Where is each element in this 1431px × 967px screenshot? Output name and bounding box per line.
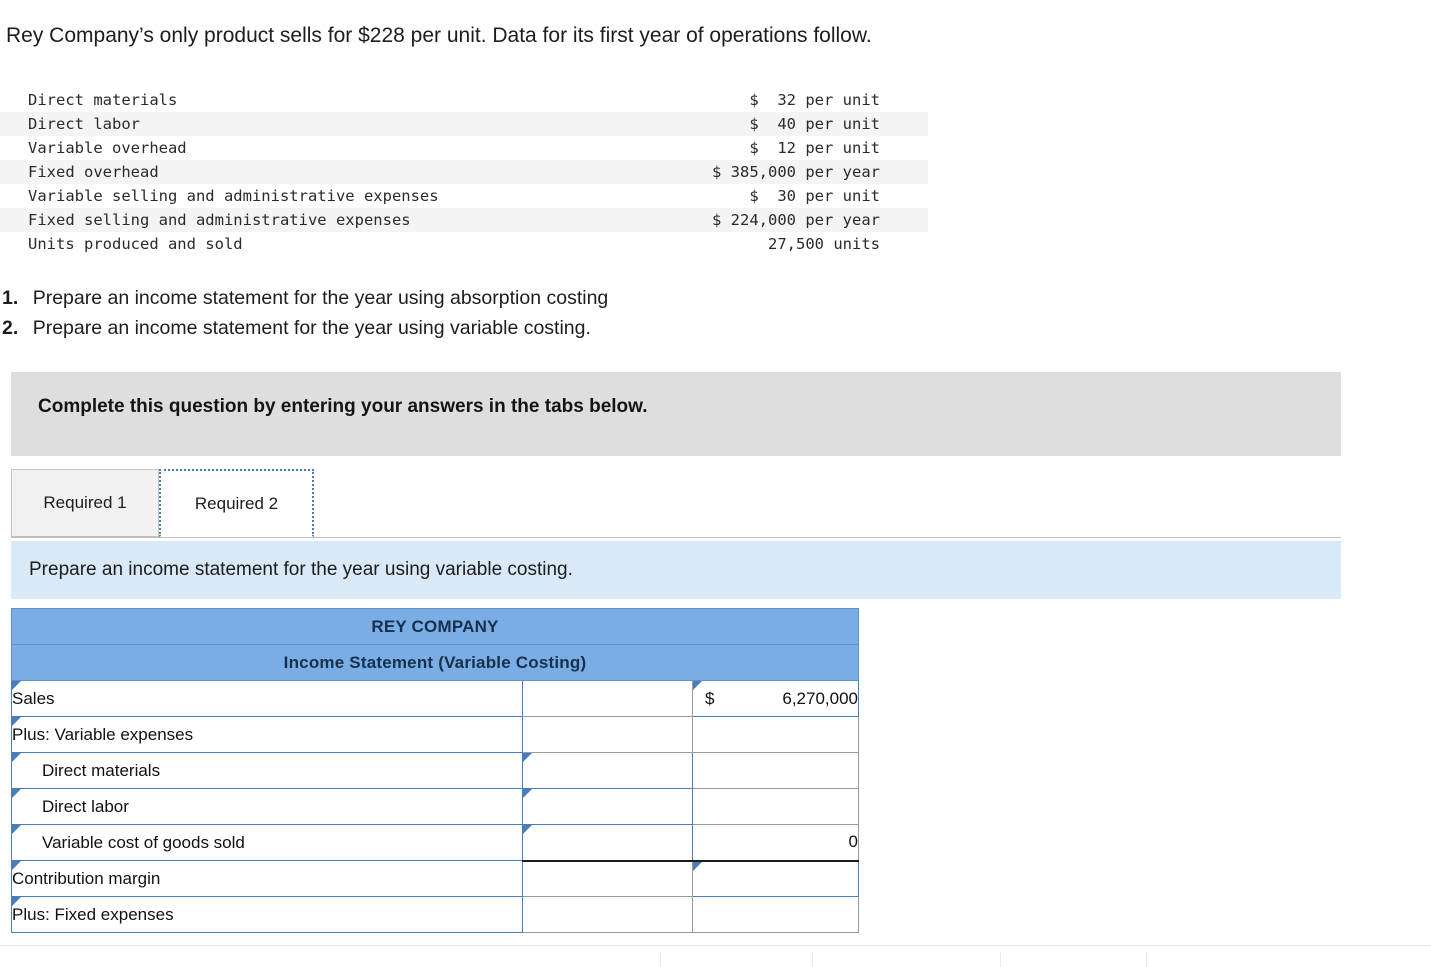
- amount-value: 6,270,000: [782, 688, 858, 708]
- footer-tick: [1000, 952, 1001, 967]
- given-data-row: Direct labor $ 40 per unit: [0, 112, 928, 136]
- given-data-label: Fixed selling and administrative expense…: [28, 211, 411, 229]
- given-data-value: $ 224,000 per year: [712, 211, 880, 229]
- task-instruction-bar: Prepare an income statement for the year…: [11, 541, 1341, 599]
- given-data-label: Direct materials: [28, 91, 178, 109]
- currency-symbol: $: [705, 688, 715, 708]
- requirement-number: 1.: [2, 287, 19, 309]
- given-data-label: Units produced and sold: [28, 235, 243, 253]
- account-name-cell[interactable]: Variable cost of goods sold: [11, 824, 523, 861]
- amount-cell-right[interactable]: $6,270,000: [692, 680, 859, 717]
- amount-cell-middle[interactable]: [522, 859, 693, 897]
- given-data-label: Direct labor: [28, 115, 140, 133]
- given-data-value: $ 12 per unit: [749, 139, 880, 157]
- amount-cell-middle[interactable]: [522, 752, 693, 789]
- footer-tick: [1146, 952, 1147, 967]
- given-data-row: Fixed selling and administrative expense…: [0, 208, 928, 232]
- worksheet-row: Variable cost of goods sold 0: [11, 824, 859, 861]
- worksheet-row: Plus: Fixed expenses: [11, 896, 859, 933]
- requirement-item: 1. Prepare an income statement for the y…: [2, 283, 608, 313]
- tab-required-2[interactable]: Required 2: [159, 469, 314, 537]
- given-data-value: $ 385,000 per year: [712, 163, 880, 181]
- given-data-value: $ 30 per unit: [749, 187, 880, 205]
- given-data-row: Variable selling and administrative expe…: [0, 184, 928, 208]
- task-instruction-text: Prepare an income statement for the year…: [29, 559, 573, 580]
- amount-cell-middle[interactable]: [522, 824, 693, 861]
- account-name-cell[interactable]: Plus: Variable expenses: [11, 716, 523, 753]
- tab-required-1[interactable]: Required 1: [11, 469, 159, 537]
- given-data-value: $ 32 per unit: [749, 91, 880, 109]
- given-data-value: $ 40 per unit: [749, 115, 880, 133]
- worksheet-header: REY COMPANY Income Statement (Variable C…: [11, 608, 859, 681]
- footer-divider: [0, 945, 1431, 946]
- requirement-item: 2. Prepare an income statement for the y…: [2, 313, 608, 343]
- worksheet-row: Direct labor: [11, 788, 859, 825]
- worksheet-statement-row: Income Statement (Variable Costing): [11, 644, 859, 681]
- problem-statement: Rey Company’s only product sells for $22…: [6, 24, 872, 47]
- worksheet-row: Contribution margin: [11, 859, 859, 897]
- account-name-cell[interactable]: Contribution margin: [11, 860, 523, 897]
- given-data-value: 27,500 units: [768, 235, 880, 253]
- footer-tick: [812, 952, 813, 967]
- income-statement-worksheet: REY COMPANY Income Statement (Variable C…: [11, 608, 859, 933]
- amount-cell-middle[interactable]: [522, 680, 693, 717]
- amount-cell-right[interactable]: [692, 788, 859, 825]
- tab-required-1-label: Required 1: [43, 493, 127, 512]
- requirement-number: 2.: [2, 317, 19, 339]
- account-name-cell[interactable]: Sales: [11, 680, 523, 717]
- given-data-row: Variable overhead $ 12 per unit: [0, 136, 928, 160]
- worksheet-row: Plus: Variable expenses: [11, 716, 859, 753]
- requirement-text: Prepare an income statement for the year…: [32, 287, 609, 309]
- worksheet-row: Sales $6,270,000: [11, 680, 859, 717]
- given-data-label: Fixed overhead: [28, 163, 159, 181]
- worksheet-statement-title: Income Statement (Variable Costing): [11, 644, 859, 681]
- tab-underline: [11, 537, 1341, 538]
- complete-question-text: Complete this question by entering your …: [38, 396, 648, 417]
- requirement-tabs: Required 1 Required 2: [11, 469, 1341, 538]
- account-name-cell[interactable]: Plus: Fixed expenses: [11, 896, 523, 933]
- given-data-table: Direct materials $ 32 per unit Direct labo…: [0, 88, 928, 256]
- worksheet-company-row: REY COMPANY: [11, 608, 859, 645]
- amount-cell-middle[interactable]: [522, 788, 693, 825]
- given-data-row: Direct materials $ 32 per unit: [0, 88, 928, 112]
- given-data-label: Variable selling and administrative expe…: [28, 187, 439, 205]
- account-name-cell[interactable]: Direct materials: [11, 752, 523, 789]
- given-data-row: Units produced and sold 27,500 units: [0, 232, 928, 256]
- complete-question-banner: Complete this question by entering your …: [11, 372, 1341, 456]
- tab-required-2-label: Required 2: [194, 493, 279, 513]
- amount-cell-right[interactable]: [692, 896, 859, 933]
- amount-cell-right[interactable]: [692, 752, 859, 789]
- amount-cell-right[interactable]: [692, 716, 859, 753]
- amount-cell-right[interactable]: 0: [692, 824, 859, 861]
- worksheet-company-name: REY COMPANY: [11, 608, 859, 645]
- given-data-label: Variable overhead: [28, 139, 187, 157]
- requirements-list: 1. Prepare an income statement for the y…: [2, 283, 608, 343]
- given-data-row: Fixed overhead $ 385,000 per year: [0, 160, 928, 184]
- worksheet-row: Direct materials: [11, 752, 859, 789]
- amount-cell-right[interactable]: [692, 859, 859, 897]
- given-data-body: Direct materials $ 32 per unit Direct labo…: [0, 88, 928, 256]
- amount-cell-middle[interactable]: [522, 896, 693, 933]
- amount-cell-middle[interactable]: [522, 716, 693, 753]
- worksheet-body: Sales $6,270,000 Plus: Variable expenses Di…: [11, 680, 859, 933]
- requirement-text: Prepare an income statement for the year…: [32, 317, 591, 339]
- footer-tick: [660, 952, 661, 967]
- account-name-cell[interactable]: Direct labor: [11, 788, 523, 825]
